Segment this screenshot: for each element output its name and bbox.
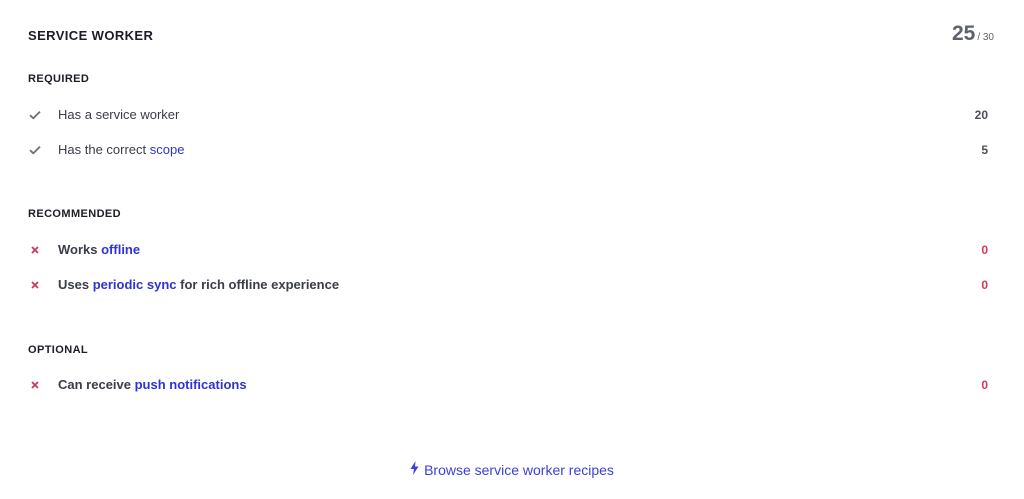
service-worker-card: SERVICE WORKER 25/ 30 REQUIRED Has a ser… (0, 0, 1024, 499)
check-text: Has the correct (58, 142, 150, 157)
check-label: Can receive push notifications (58, 375, 247, 395)
check-row-has-service-worker: Has a service worker 20 (28, 105, 988, 125)
check-label: Uses periodic sync for rich offline expe… (58, 275, 339, 295)
check-text: Can receive (58, 377, 135, 392)
lightning-bolt-icon (410, 461, 419, 478)
check-text: Uses (58, 277, 93, 292)
score: 25/ 30 (952, 22, 994, 46)
card-title: SERVICE WORKER (28, 28, 154, 43)
card-header: SERVICE WORKER 25/ 30 (28, 22, 996, 52)
check-points: 0 (981, 243, 988, 257)
check-icon (28, 105, 42, 125)
check-points: 0 (981, 278, 988, 292)
section-title-required: REQUIRED (28, 73, 90, 85)
scope-link[interactable]: scope (150, 142, 185, 157)
check-text: Has a service worker (58, 107, 180, 122)
check-label: Has a service worker (58, 105, 179, 125)
check-row-periodic-sync: Uses periodic sync for rich offline expe… (28, 275, 988, 295)
browse-recipes-link[interactable]: Browse service worker recipes (410, 461, 614, 478)
check-row-works-offline: Works offline 0 (28, 240, 988, 260)
footer: Browse service worker recipes (0, 461, 1024, 478)
check-text: Works (58, 242, 102, 257)
check-points: 5 (981, 143, 988, 157)
offline-link[interactable]: offline (101, 242, 140, 257)
check-text-suffix: for rich offline experience (176, 277, 340, 292)
periodic-sync-link[interactable]: periodic sync (93, 277, 177, 292)
check-label: Works offline (58, 240, 140, 260)
cross-icon (28, 240, 42, 260)
check-label: Has the correct scope (58, 140, 184, 160)
score-value: 25 (951, 22, 976, 45)
browse-recipes-label: Browse service worker recipes (424, 461, 614, 478)
section-title-optional: OPTIONAL (28, 344, 89, 356)
section-title-recommended: RECOMMENDED (28, 208, 122, 220)
score-max: / 30 (977, 32, 994, 43)
check-points: 20 (974, 108, 988, 122)
check-row-push-notifications: Can receive push notifications 0 (28, 375, 988, 395)
check-icon (28, 140, 42, 160)
check-row-correct-scope: Has the correct scope 5 (28, 140, 988, 160)
push-notifications-link[interactable]: push notifications (135, 377, 247, 392)
cross-icon (28, 275, 42, 295)
check-points: 0 (981, 378, 988, 392)
cross-icon (28, 375, 42, 395)
